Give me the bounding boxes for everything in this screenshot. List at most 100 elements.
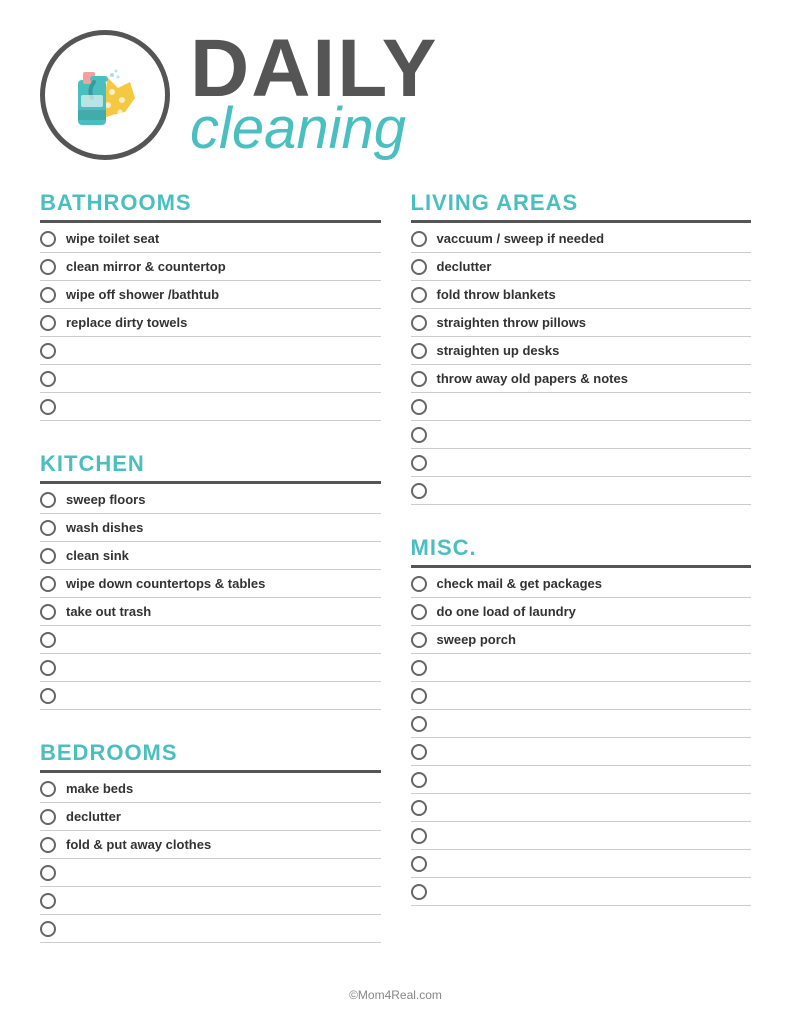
section-living-areas: LIVING AREAS vaccuum / sweep if needed d… xyxy=(411,190,752,505)
title-block: DAILY cleaning xyxy=(190,32,438,159)
checkbox-circle[interactable] xyxy=(411,688,427,704)
checkbox-circle[interactable] xyxy=(411,315,427,331)
checkbox-circle[interactable] xyxy=(411,371,427,387)
checkbox-circle[interactable] xyxy=(40,688,56,704)
list-item: clean mirror & countertop xyxy=(40,253,381,281)
list-item: declutter xyxy=(411,253,752,281)
checkbox-circle[interactable] xyxy=(411,772,427,788)
list-item: check mail & get packages xyxy=(411,570,752,598)
checkbox-circle[interactable] xyxy=(411,231,427,247)
item-text: declutter xyxy=(66,809,121,824)
list-item: make beds xyxy=(40,775,381,803)
list-item: sweep floors xyxy=(40,486,381,514)
checkbox-circle[interactable] xyxy=(411,483,427,499)
checkbox-circle[interactable] xyxy=(411,856,427,872)
list-item: straighten up desks xyxy=(411,337,752,365)
list-item xyxy=(411,850,752,878)
list-item xyxy=(411,477,752,505)
list-item: wipe off shower /bathtub xyxy=(40,281,381,309)
list-item: wipe toilet seat xyxy=(40,225,381,253)
list-item xyxy=(411,421,752,449)
item-text: throw away old papers & notes xyxy=(437,371,628,386)
misc-title: MISC. xyxy=(411,535,752,568)
list-item xyxy=(40,337,381,365)
checkbox-circle[interactable] xyxy=(411,455,427,471)
living-areas-title: LIVING AREAS xyxy=(411,190,752,223)
list-item: declutter xyxy=(40,803,381,831)
list-item xyxy=(411,682,752,710)
item-text: take out trash xyxy=(66,604,151,619)
checkbox-circle[interactable] xyxy=(40,632,56,648)
list-item xyxy=(411,449,752,477)
checkbox-circle[interactable] xyxy=(411,399,427,415)
logo-circle xyxy=(40,30,170,160)
list-item: fold & put away clothes xyxy=(40,831,381,859)
checkbox-circle[interactable] xyxy=(411,576,427,592)
item-text: make beds xyxy=(66,781,133,796)
bedrooms-title: BEDROOMS xyxy=(40,740,381,773)
header: DAILY cleaning xyxy=(40,30,751,160)
item-text: fold throw blankets xyxy=(437,287,556,302)
checkbox-circle[interactable] xyxy=(40,809,56,825)
list-item xyxy=(411,878,752,906)
checkbox-circle[interactable] xyxy=(40,921,56,937)
checkbox-circle[interactable] xyxy=(411,287,427,303)
title-daily: DAILY xyxy=(190,32,438,106)
list-item xyxy=(40,365,381,393)
list-item xyxy=(40,626,381,654)
list-item: fold throw blankets xyxy=(411,281,752,309)
list-item: straighten throw pillows xyxy=(411,309,752,337)
checkbox-circle[interactable] xyxy=(40,259,56,275)
item-text: wash dishes xyxy=(66,520,143,535)
checkbox-circle[interactable] xyxy=(40,893,56,909)
section-kitchen: KITCHEN sweep floors wash dishes clean s… xyxy=(40,451,381,710)
list-item xyxy=(411,710,752,738)
item-text: straighten up desks xyxy=(437,343,560,358)
checkbox-circle[interactable] xyxy=(411,716,427,732)
title-cleaning: cleaning xyxy=(190,100,438,158)
item-text: wipe down countertops & tables xyxy=(66,576,265,591)
checkbox-circle[interactable] xyxy=(40,865,56,881)
checkbox-circle[interactable] xyxy=(411,800,427,816)
checkbox-circle[interactable] xyxy=(40,781,56,797)
checkbox-circle[interactable] xyxy=(40,837,56,853)
checkbox-circle[interactable] xyxy=(411,660,427,676)
checkbox-circle[interactable] xyxy=(40,492,56,508)
checkbox-circle[interactable] xyxy=(40,548,56,564)
checkbox-circle[interactable] xyxy=(40,604,56,620)
checkbox-circle[interactable] xyxy=(40,315,56,331)
checkbox-circle[interactable] xyxy=(411,884,427,900)
item-text: wipe off shower /bathtub xyxy=(66,287,219,302)
list-item: replace dirty towels xyxy=(40,309,381,337)
item-text: straighten throw pillows xyxy=(437,315,587,330)
checkbox-circle[interactable] xyxy=(411,744,427,760)
checkbox-circle[interactable] xyxy=(40,343,56,359)
section-misc: MISC. check mail & get packages do one l… xyxy=(411,535,752,906)
list-item: clean sink xyxy=(40,542,381,570)
list-item xyxy=(411,794,752,822)
list-item: take out trash xyxy=(40,598,381,626)
checkbox-circle[interactable] xyxy=(40,399,56,415)
checkbox-circle[interactable] xyxy=(411,427,427,443)
item-text: clean sink xyxy=(66,548,129,563)
columns-container: BATHROOMS wipe toilet seat clean mirror … xyxy=(40,190,751,973)
list-item xyxy=(40,915,381,943)
list-item xyxy=(411,766,752,794)
list-item: throw away old papers & notes xyxy=(411,365,752,393)
checkbox-circle[interactable] xyxy=(411,632,427,648)
checkbox-circle[interactable] xyxy=(411,343,427,359)
checkbox-circle[interactable] xyxy=(40,520,56,536)
checkbox-circle[interactable] xyxy=(411,828,427,844)
col-right: LIVING AREAS vaccuum / sweep if needed d… xyxy=(411,190,752,973)
item-text: sweep porch xyxy=(437,632,516,647)
item-text: sweep floors xyxy=(66,492,145,507)
checkbox-circle[interactable] xyxy=(40,231,56,247)
checkbox-circle[interactable] xyxy=(411,604,427,620)
checkbox-circle[interactable] xyxy=(40,576,56,592)
checkbox-circle[interactable] xyxy=(40,371,56,387)
checkbox-circle[interactable] xyxy=(411,259,427,275)
checkbox-circle[interactable] xyxy=(40,660,56,676)
list-item xyxy=(411,822,752,850)
bathrooms-title: BATHROOMS xyxy=(40,190,381,223)
checkbox-circle[interactable] xyxy=(40,287,56,303)
